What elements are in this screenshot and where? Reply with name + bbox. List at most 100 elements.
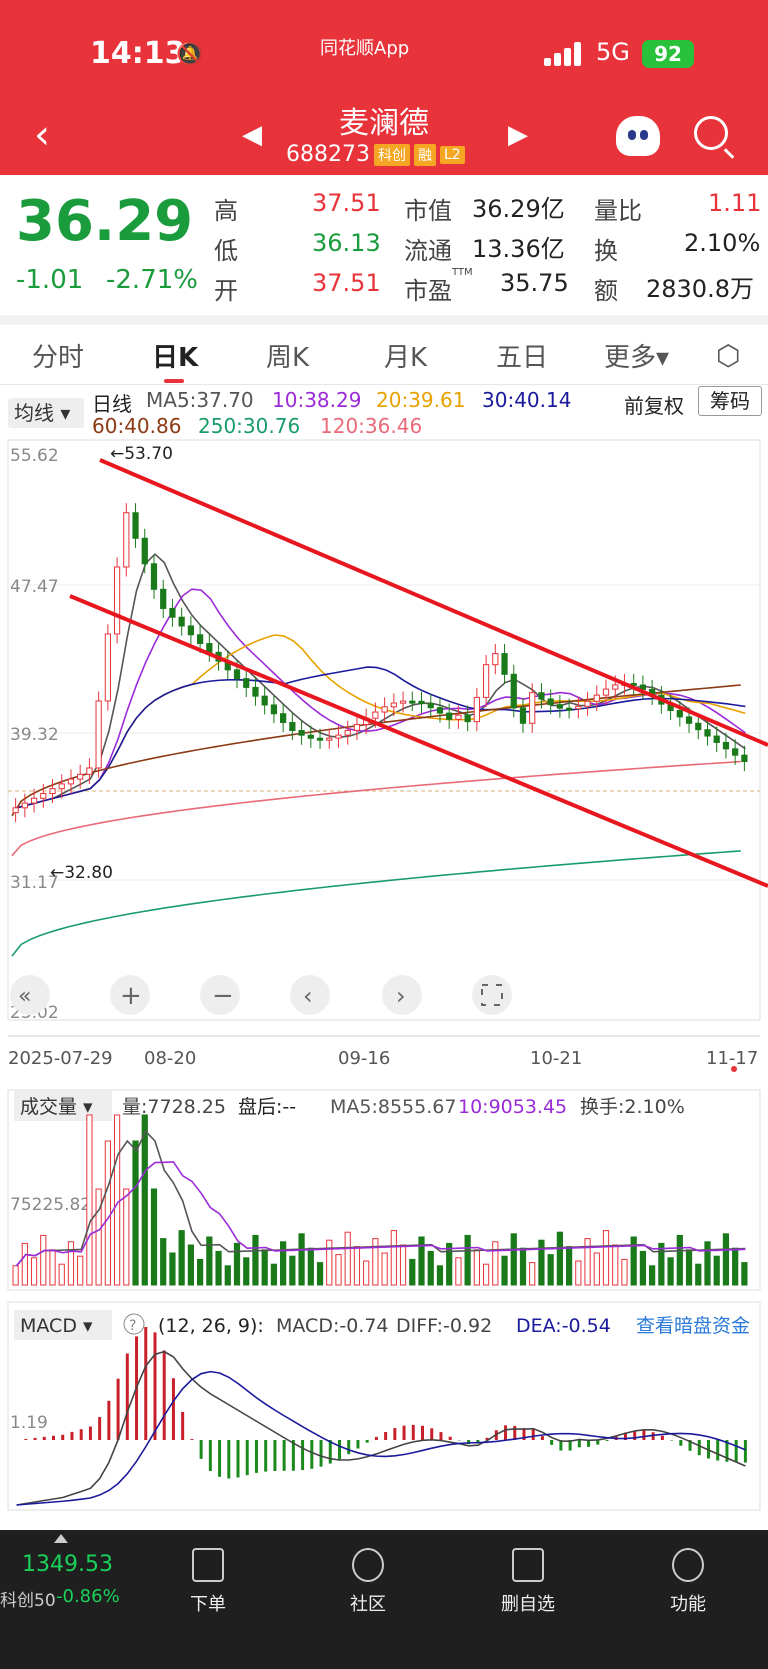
volume-bar — [280, 1241, 287, 1286]
volume-bar — [335, 1254, 342, 1286]
volume-bar — [390, 1230, 397, 1286]
chart-controls: « + − ‹ › — [10, 975, 512, 1015]
candle-body — [298, 730, 305, 736]
macd-value: MACD:-0.74 — [276, 1315, 389, 1337]
order-icon — [192, 1548, 224, 1582]
candle-body — [446, 712, 453, 720]
volume-bar — [501, 1255, 508, 1286]
nav-order[interactable]: 下单 — [158, 1530, 258, 1616]
date-label: 10-21 — [530, 1048, 582, 1069]
chart-canvas[interactable]: 55.62 47.47 39.32 31.17 23.02 ←53.70 ←32… — [0, 0, 768, 1530]
candle-body — [67, 778, 75, 785]
volume-bar — [436, 1265, 444, 1286]
candle-body — [95, 700, 102, 769]
volume-bar — [21, 1242, 28, 1286]
candle-body — [132, 512, 139, 539]
diff-value: DIFF:-0.92 — [396, 1315, 492, 1337]
volume-bar — [233, 1242, 241, 1286]
vol-ma10: 10:9053.45 — [458, 1096, 567, 1118]
volume-bar — [695, 1263, 702, 1286]
volume-bar — [178, 1230, 185, 1286]
candle-body — [704, 729, 711, 737]
expand-up-icon[interactable] — [54, 1534, 68, 1543]
volume-value: 量:7728.25 — [122, 1096, 226, 1118]
candle-body — [584, 700, 591, 707]
volume-bar — [49, 1249, 56, 1286]
volume-bar — [547, 1254, 554, 1286]
candle-body — [436, 707, 444, 714]
volume-bar — [676, 1234, 683, 1286]
candle-body — [473, 696, 480, 723]
nav-order-label: 下单 — [190, 1594, 226, 1615]
community-icon — [352, 1548, 384, 1582]
volume-bar — [160, 1238, 167, 1286]
volume-bar — [344, 1231, 351, 1286]
candle-body — [482, 664, 490, 698]
candle-body — [187, 625, 194, 636]
fullscreen-icon[interactable] — [472, 975, 512, 1015]
rewind-glyph: « — [18, 984, 31, 1009]
volume-bar — [150, 1188, 158, 1286]
candle-body — [30, 797, 38, 804]
volume-bar — [713, 1255, 720, 1286]
candle-body — [280, 713, 287, 723]
volume-bars — [12, 1114, 748, 1286]
nav-community-label: 社区 — [350, 1594, 386, 1615]
volume-bar — [289, 1255, 296, 1286]
volume-bar — [298, 1233, 305, 1286]
candle-body — [575, 705, 582, 710]
nav-community[interactable]: 社区 — [318, 1530, 418, 1616]
dea-value: DEA:-0.54 — [516, 1315, 611, 1337]
volume-bar — [409, 1258, 416, 1286]
vol-ma5: MA5:8555.67 — [330, 1096, 456, 1118]
candle-body — [519, 707, 527, 724]
minus-glyph: − — [212, 981, 234, 1011]
volume-bar — [529, 1262, 536, 1286]
candle-body — [233, 669, 241, 680]
candle-body — [150, 563, 158, 590]
volume-bar — [399, 1244, 407, 1286]
candle-body — [427, 703, 434, 709]
nav-functions[interactable]: 功能 — [638, 1530, 738, 1616]
trendline-upper — [99, 458, 768, 747]
candle-body — [353, 724, 361, 731]
candle-body — [566, 707, 573, 711]
volume-bar — [510, 1233, 517, 1286]
turnover: 换手:2.10% — [580, 1096, 685, 1118]
volume-bar — [556, 1231, 564, 1286]
volume-bar — [372, 1238, 379, 1286]
candle-body — [169, 607, 176, 618]
candle-body — [556, 704, 564, 709]
volume-bar — [261, 1249, 268, 1286]
volume-bar — [326, 1239, 333, 1286]
index-name: 科创50 — [0, 1591, 56, 1611]
candle-body — [316, 737, 324, 741]
date-label: 2025-07-29 — [8, 1048, 113, 1069]
nav-remove-watchlist-label: 删自选 — [501, 1594, 555, 1615]
volume-bar — [538, 1239, 545, 1286]
remove-watchlist-icon — [512, 1548, 544, 1582]
date-label: 09-16 — [338, 1048, 390, 1069]
volume-bar — [685, 1249, 693, 1286]
nav-remove-watchlist[interactable]: 删自选 — [478, 1530, 578, 1616]
volume-bar — [187, 1244, 194, 1286]
date-label: 11-17 — [706, 1048, 758, 1069]
volume-bar — [95, 1188, 102, 1286]
volume-bar — [58, 1263, 65, 1286]
volume-bar — [722, 1233, 730, 1286]
index-value[interactable]: 1349.53 — [22, 1552, 113, 1577]
volume-bar — [658, 1242, 665, 1286]
volume-bar — [621, 1258, 628, 1286]
volume-bar — [113, 1114, 121, 1286]
candle-body — [243, 678, 250, 688]
candle-body — [695, 722, 702, 731]
volume-bar — [141, 1114, 148, 1286]
volume-bar — [224, 1265, 231, 1286]
candle-body — [252, 686, 259, 697]
candle-body — [390, 702, 397, 708]
dark-pool-link[interactable]: 查看暗盘资金 — [636, 1315, 750, 1337]
nav-functions-label: 功能 — [670, 1594, 706, 1615]
macd-dropdown-label: MACD ▾ — [20, 1315, 93, 1337]
volume-bar — [307, 1247, 314, 1286]
trendline-lower — [69, 594, 768, 888]
